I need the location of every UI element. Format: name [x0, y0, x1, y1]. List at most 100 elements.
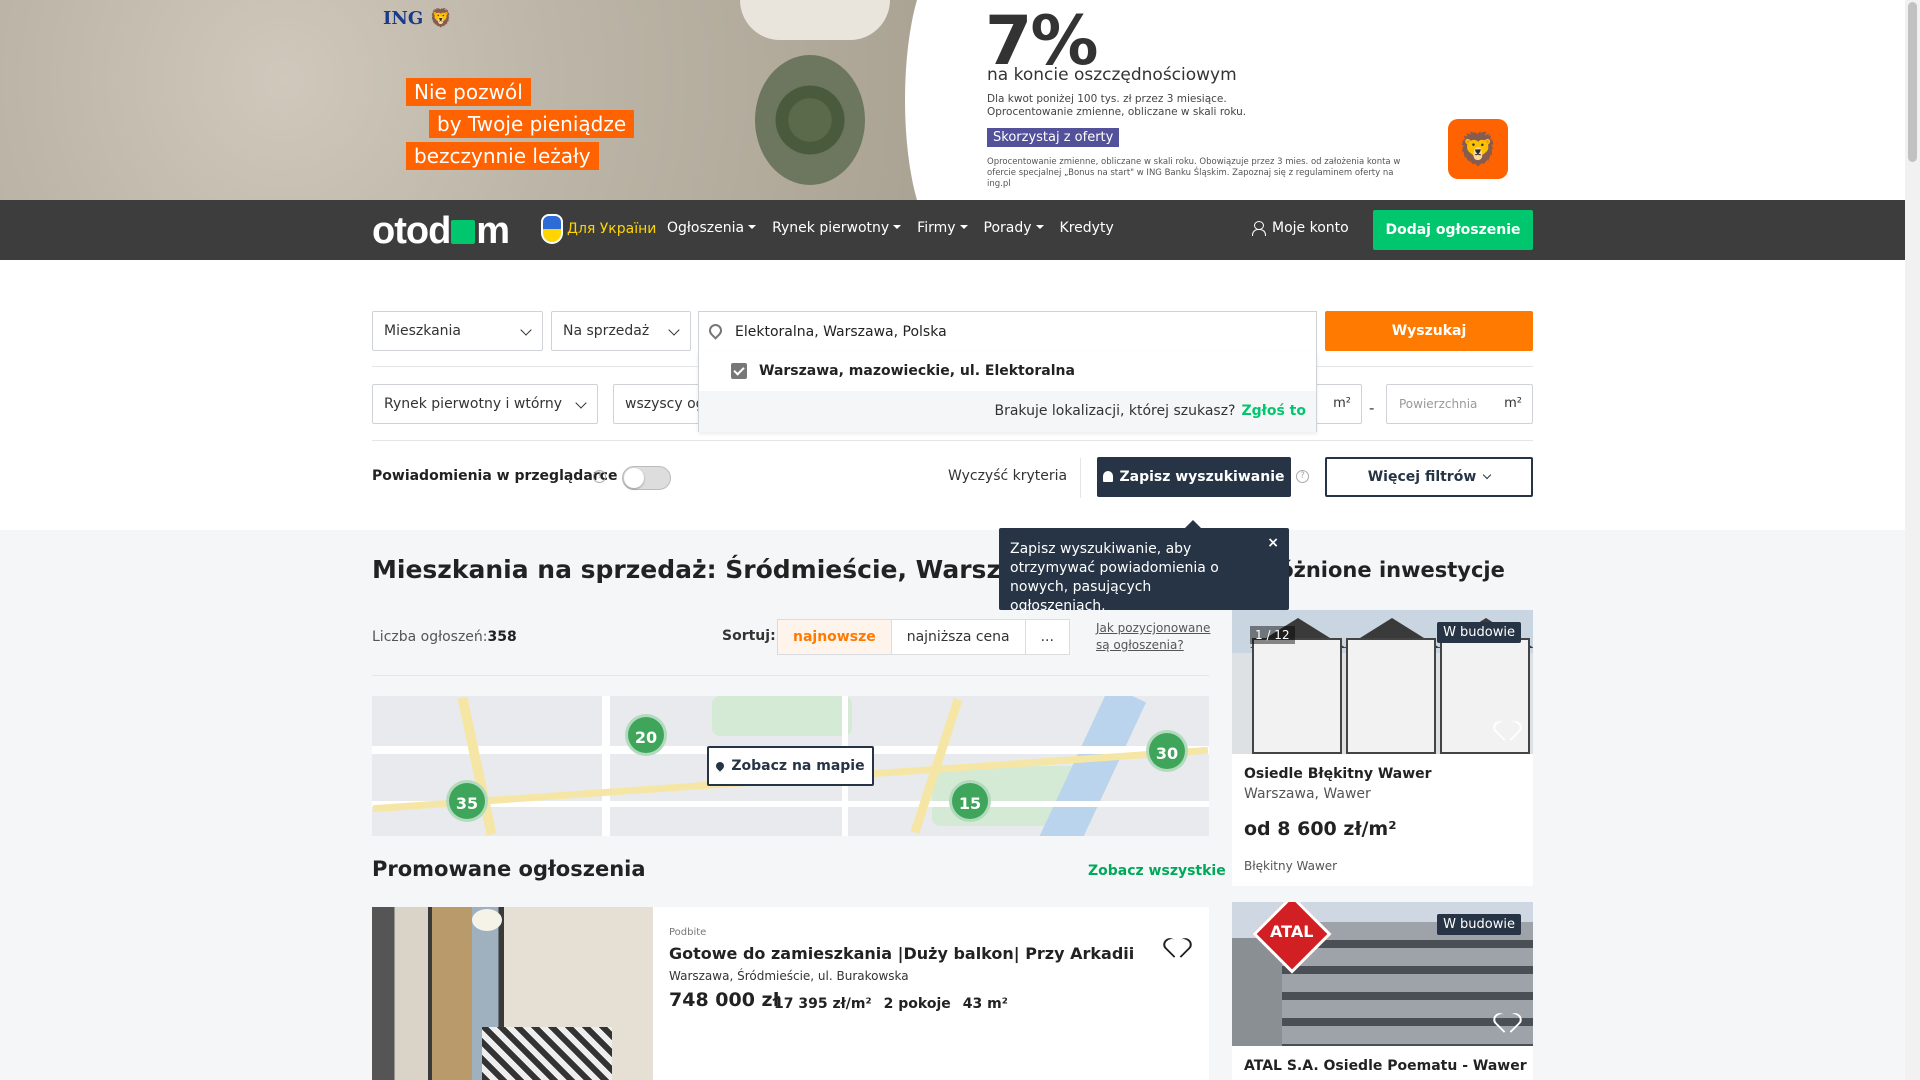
show-map-label: Zobacz na mapie [731, 758, 865, 774]
listing-price: 748 000 zł [669, 989, 780, 1011]
count-value: 358 [487, 629, 517, 645]
investment-price: od 8 600 zł/m² [1244, 818, 1397, 840]
ing-lion-icon: 🦁 [429, 8, 452, 29]
market-select[interactable]: Rynek pierwotny i wtórny [372, 384, 598, 424]
ad-child-image [720, 0, 910, 190]
separator [1080, 458, 1081, 498]
missing-location-row: Brakuje lokalizacji, której szukasz? Zgło… [699, 391, 1316, 432]
chevron-down-icon [1483, 470, 1492, 480]
add-listing-button[interactable]: Dodaj ogłoszenie [1373, 210, 1533, 250]
price-per-m2: 17 395 zł/m² [774, 996, 872, 1012]
location-input[interactable]: Elektoralna, Warszawa, Polska [698, 311, 1317, 352]
clear-criteria-link[interactable]: Wyczyść kryteria [948, 468, 1067, 484]
heart-icon[interactable] [1168, 939, 1190, 959]
ad-fine-print: Oprocentowanie zmienne, obliczane w skal… [987, 157, 1401, 189]
sort-options: najnowsze najniższa cena ... [777, 619, 1070, 655]
sort-lowest-price[interactable]: najniższa cena [892, 620, 1026, 654]
ad-cta-button[interactable]: Skorzystaj z oferty [987, 128, 1120, 147]
property-type-select[interactable]: Mieszkania [372, 311, 543, 351]
ad-tag-3: bezczynnie leżały [406, 142, 599, 170]
sort-more[interactable]: ... [1026, 620, 1069, 654]
promoted-tag: Podbite [669, 927, 707, 938]
ad-headline: na koncie oszczędnościowym [987, 65, 1237, 85]
scrollbar[interactable] [1905, 0, 1920, 1080]
listing-card[interactable]: Podbite Gotowe do zamieszkania |Duży bal… [372, 907, 1209, 1080]
heart-icon[interactable] [1498, 722, 1520, 742]
ad-tag-2: by Twoje pieniądze [429, 110, 635, 138]
notifications-toggle[interactable] [622, 466, 671, 490]
save-search-label: Zapisz wyszukiwanie [1119, 469, 1285, 485]
scrollbar-thumb[interactable] [1908, 2, 1917, 162]
page-title: Mieszkania na sprzedaż: Śródmieście, War… [372, 555, 1058, 584]
otodom-logo[interactable]: otod m [372, 210, 510, 253]
missing-location-text: Brakuje lokalizacji, której szukasz? [994, 403, 1236, 419]
menu-primary-market[interactable]: Rynek pierwotny [772, 220, 901, 236]
market-value: Rynek pierwotny i wtórny [384, 396, 563, 412]
menu-advice[interactable]: Porady [984, 220, 1044, 236]
more-filters-button[interactable]: Więcej filtrów [1325, 457, 1533, 497]
investment-card[interactable]: ATAL W budowie ATAL S.A. Osiedle Poematu… [1232, 902, 1533, 1080]
close-icon[interactable]: × [1267, 534, 1279, 553]
ing-lion-logo-icon: 🦁 [1448, 119, 1508, 179]
range-dash: - [1369, 399, 1375, 417]
map-cluster[interactable]: 20 [625, 714, 667, 756]
location-pin-icon [714, 760, 727, 772]
count-label: Liczba ogłoszeń: [372, 629, 488, 645]
my-account-link[interactable]: Moje konto [1252, 220, 1349, 236]
heart-icon[interactable] [1498, 1014, 1520, 1034]
help-icon[interactable]: ? [593, 470, 606, 483]
sort-newest[interactable]: najnowsze [778, 620, 892, 654]
page: ING 🦁 Nie pozwól by Twoje pieniądze bezc… [0, 0, 1905, 1080]
listing-attributes: 17 395 zł/m² 2 pokoje 43 m² [774, 996, 1008, 1012]
listing-address: Warszawa, Śródmieście, ul. Burakowska [669, 969, 909, 983]
listing-photo[interactable] [372, 907, 653, 1080]
location-suggestions: Warszawa, mazowieckie, ul. Elektoralna B… [698, 351, 1317, 432]
status-badge: W budowie [1437, 914, 1521, 935]
chevron-down-icon [575, 397, 587, 409]
map-cluster[interactable]: 30 [1146, 730, 1188, 772]
map-cluster[interactable]: 35 [446, 780, 488, 822]
map-preview[interactable]: 20 30 35 15 Zobacz na mapie [372, 696, 1209, 836]
ukraine-link[interactable]: Для України [541, 214, 656, 244]
menu-listings[interactable]: Ogłoszenia [667, 220, 756, 236]
area-unit: m² [1504, 396, 1522, 411]
positioning-info-link[interactable]: Jak pozycjonowane są ogłoszenia? [1096, 620, 1216, 654]
investment-name[interactable]: Osiedle Błękitny Wawer [1244, 766, 1432, 782]
search-button[interactable]: Wyszukaj [1325, 311, 1533, 351]
divider [372, 675, 1209, 676]
sort-label: Sortuj: [722, 628, 776, 644]
save-search-button[interactable]: Zapisz wyszukiwanie [1097, 457, 1291, 497]
promoted-title: Promowane ogłoszenia [372, 857, 646, 881]
bell-icon [1103, 471, 1114, 482]
browser-notifications-label: Powiadomienia w przeglądarce [372, 468, 618, 484]
investment-photo[interactable]: 1 / 12 W budowie [1232, 610, 1533, 754]
show-map-button[interactable]: Zobacz na mapie [707, 746, 874, 786]
investment-location: Warszawa, Wawer [1244, 786, 1371, 802]
transaction-select[interactable]: Na sprzedaż [551, 311, 691, 351]
map-cluster[interactable]: 15 [949, 780, 991, 822]
help-icon[interactable]: ? [1296, 470, 1309, 483]
tooltip-text: Zapisz wyszukiwanie, aby otrzymywać powi… [1010, 541, 1219, 614]
listing-count: Liczba ogłoszeń:358 [372, 629, 517, 645]
investment-photo[interactable]: ATAL W budowie [1232, 902, 1533, 1046]
listing-title[interactable]: Gotowe do zamieszkania |Duży balkon| Prz… [669, 944, 1134, 963]
investment-name[interactable]: ATAL S.A. Osiedle Poematu - Wawer [1244, 1058, 1527, 1074]
main-menu: Ogłoszenia Rynek pierwotny Firmy Porady … [667, 220, 1114, 236]
menu-companies[interactable]: Firmy [917, 220, 967, 236]
area-to-placeholder: Powierzchnia [1399, 397, 1478, 411]
area-to-input[interactable]: Powierzchnia m² [1386, 384, 1533, 424]
atal-logo: ATAL [1270, 922, 1314, 941]
suggestion-item[interactable]: Warszawa, mazowieckie, ul. Elektoralna [699, 351, 1316, 391]
my-account-label: Moje konto [1272, 220, 1349, 236]
investment-developer: Błękitny Wawer [1244, 859, 1338, 873]
investment-card[interactable]: 1 / 12 W budowie Osiedle Błękitny Wawer … [1232, 610, 1533, 886]
report-location-link[interactable]: Zgłoś to [1241, 403, 1306, 419]
see-all-link[interactable]: Zobacz wszystkie [1088, 863, 1226, 879]
rooms: 2 pokoje [883, 996, 951, 1012]
transaction-value: Na sprzedaż [563, 323, 650, 339]
photo-counter: 1 / 12 [1250, 626, 1295, 644]
checkbox-checked-icon[interactable] [731, 363, 747, 379]
menu-loans[interactable]: Kredyty [1060, 220, 1114, 236]
ad-banner[interactable]: ING 🦁 Nie pozwól by Twoje pieniądze bezc… [0, 0, 1905, 200]
chevron-down-icon [668, 324, 680, 336]
